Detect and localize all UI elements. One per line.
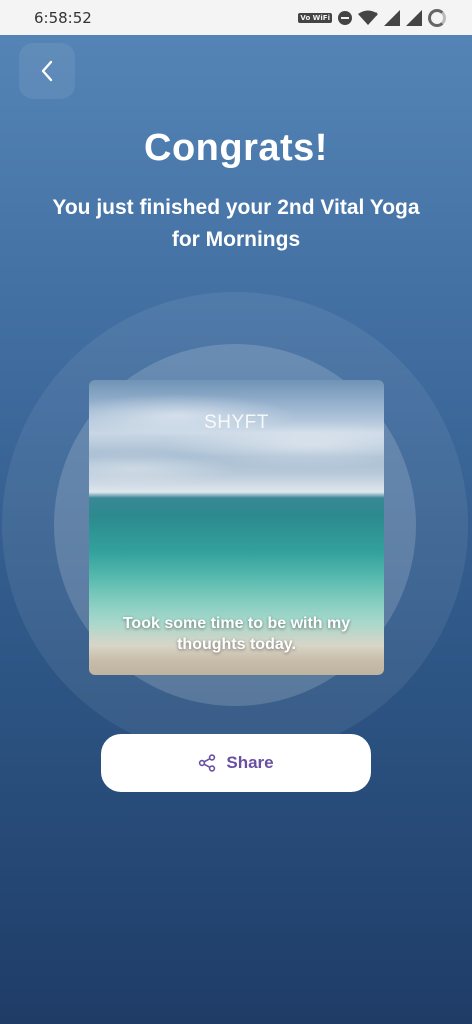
share-button-label: Share (226, 753, 274, 772)
card-caption: Took some time to be with my thoughts to… (122, 615, 351, 653)
do-not-disturb-icon (338, 10, 352, 25)
card-sky (89, 380, 384, 498)
page-title: Congrats! (144, 127, 328, 169)
back-button[interactable] (19, 43, 75, 99)
status-time: 6:58:52 (34, 8, 92, 27)
loading-ring-icon (428, 8, 446, 27)
share-card-image: SHYFT Took some time to be with my thoug… (89, 380, 384, 675)
card-brand-logo: SHYFT (204, 412, 269, 433)
signal-icon (406, 9, 422, 26)
volte-wifi-icon: Vo WiFi (298, 12, 332, 23)
share-button[interactable]: Share (101, 734, 371, 792)
status-icons: Vo WiFi x (298, 8, 446, 27)
svg-text:x: x (373, 10, 377, 18)
wifi-icon: x (358, 10, 378, 25)
completion-screen: Congrats! You just finished your 2nd Vit… (0, 35, 472, 1024)
status-bar: 6:58:52 Vo WiFi x (0, 0, 472, 35)
share-icon (199, 754, 216, 772)
chevron-left-icon (41, 60, 53, 82)
signal-icon (384, 9, 400, 26)
page-subtitle: You just finished your 2nd Vital Yoga fo… (52, 196, 420, 251)
